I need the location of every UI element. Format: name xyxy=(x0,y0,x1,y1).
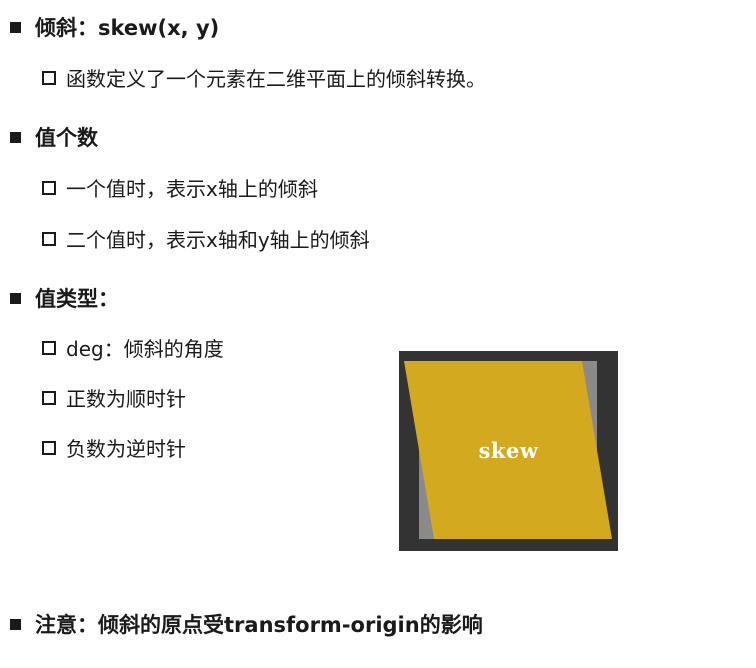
heading-value-count: 值个数 xyxy=(10,122,98,152)
list-item: deg：倾斜的角度 xyxy=(42,333,224,362)
heading-note-text: 注意：倾斜的原点受transform-origin的影响 xyxy=(35,613,483,637)
square-bullet-icon xyxy=(10,21,21,33)
skew-demo-label: skew xyxy=(478,438,539,463)
list-item: 函数定义了一个元素在二维平面上的倾斜转换。 xyxy=(42,63,486,92)
list-item: 一个值时，表示x轴上的倾斜 xyxy=(42,173,318,202)
list-item: 正数为顺时针 xyxy=(42,383,186,412)
skew-demo-figure: skew xyxy=(399,351,618,551)
list-item: 负数为逆时针 xyxy=(42,433,186,462)
square-bullet-icon xyxy=(10,131,21,143)
list-item-text: 函数定义了一个元素在二维平面上的倾斜转换。 xyxy=(66,67,486,91)
list-item-text: 负数为逆时针 xyxy=(66,437,186,461)
heading-skew-text: 倾斜：skew(x, y) xyxy=(35,16,220,40)
hollow-square-bullet-icon xyxy=(42,180,56,195)
heading-value-type: 值类型： xyxy=(10,283,119,313)
list-item-text: deg：倾斜的角度 xyxy=(66,337,224,361)
heading-note: 注意：倾斜的原点受transform-origin的影响 xyxy=(10,609,483,639)
heading-value-type-text: 值类型： xyxy=(35,287,119,311)
hollow-square-bullet-icon xyxy=(42,440,56,455)
list-item-text: 一个值时，表示x轴上的倾斜 xyxy=(66,177,318,201)
hollow-square-bullet-icon xyxy=(42,231,56,246)
list-item: 二个值时，表示x轴和y轴上的倾斜 xyxy=(42,224,370,253)
hollow-square-bullet-icon xyxy=(42,340,56,355)
square-bullet-icon xyxy=(10,618,21,630)
square-bullet-icon xyxy=(10,292,21,304)
heading-skew: 倾斜：skew(x, y) xyxy=(10,12,219,42)
hollow-square-bullet-icon xyxy=(42,70,56,85)
heading-value-count-text: 值个数 xyxy=(35,126,98,150)
hollow-square-bullet-icon xyxy=(42,390,56,405)
list-item-text: 正数为顺时针 xyxy=(66,387,186,411)
list-item-text: 二个值时，表示x轴和y轴上的倾斜 xyxy=(66,228,370,252)
